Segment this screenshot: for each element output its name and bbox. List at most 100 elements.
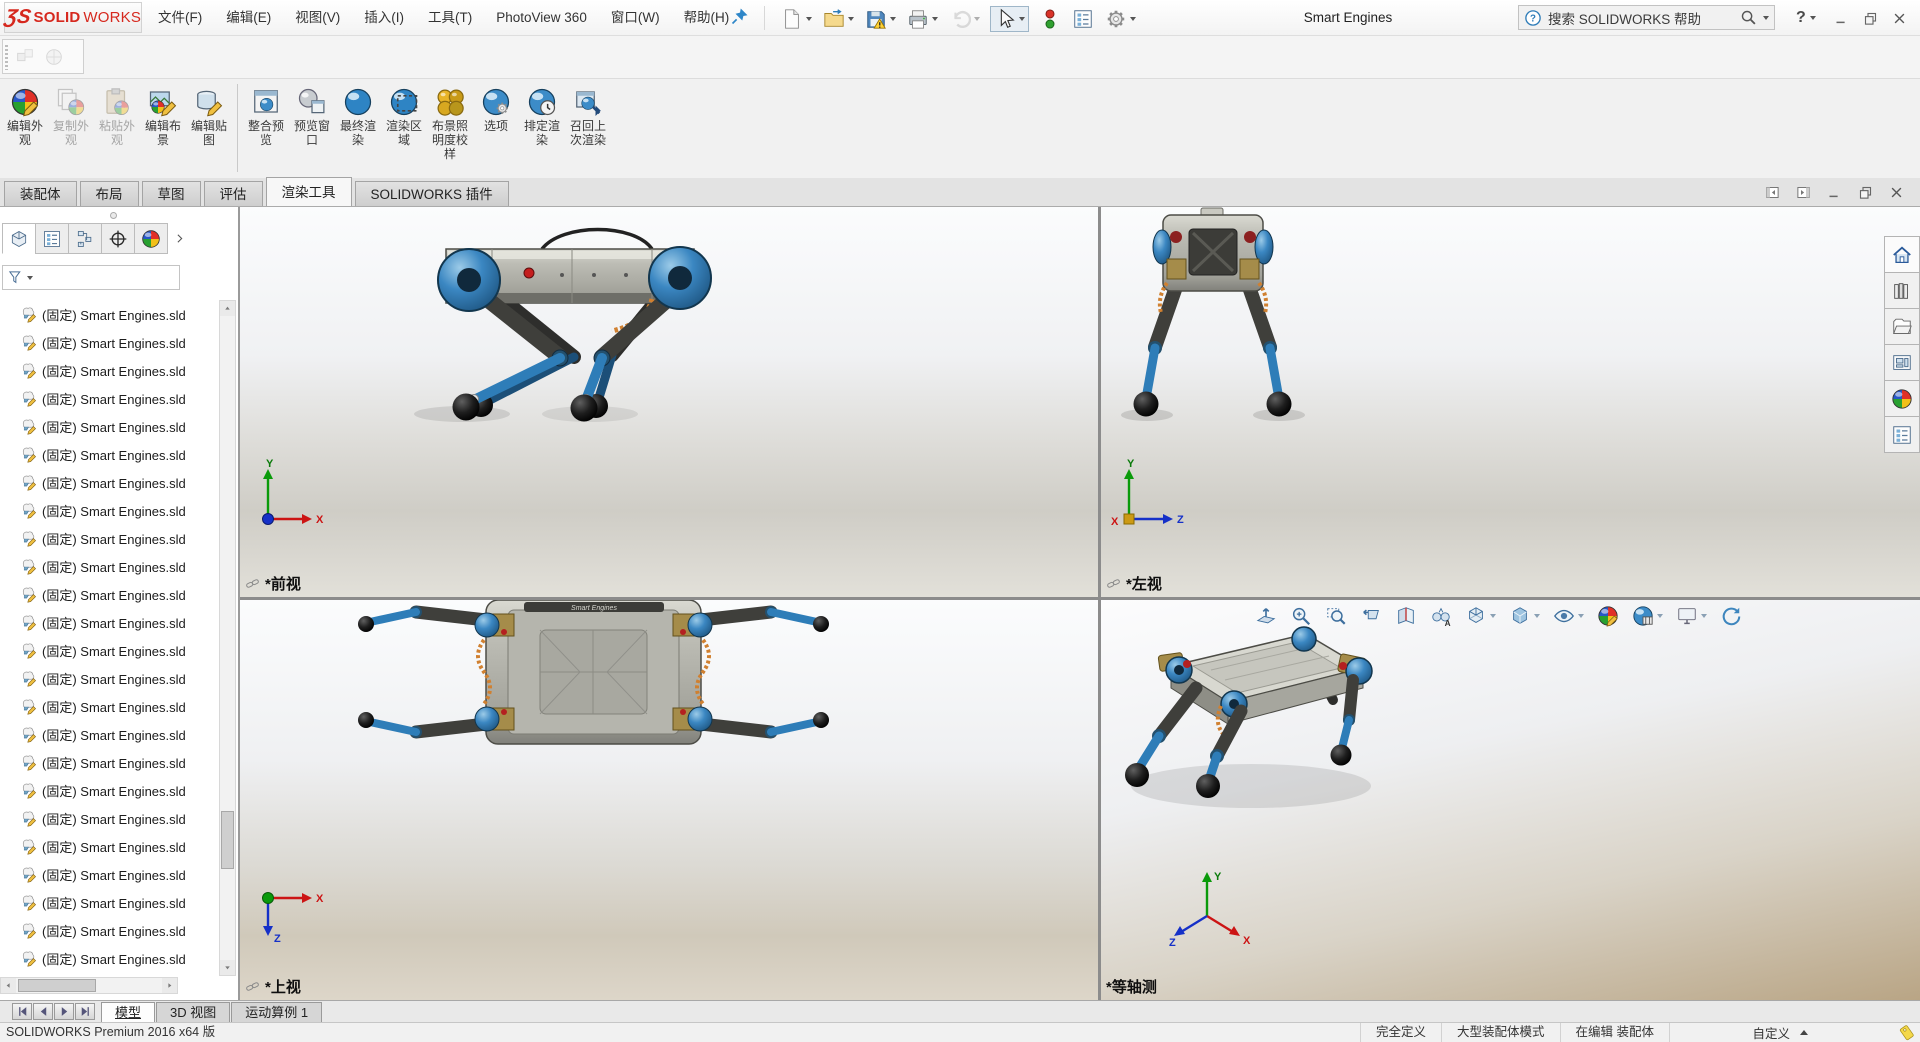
doc-restore-icon[interactable]	[1858, 185, 1873, 200]
print-document-caret[interactable]	[932, 17, 938, 21]
zoom-to-selection-button[interactable]	[1323, 603, 1349, 629]
prev-sheet-button[interactable]	[33, 1003, 53, 1020]
apply-scene-caret[interactable]	[1657, 614, 1663, 618]
view-settings-button[interactable]	[1674, 603, 1709, 629]
viewport-front[interactable]: Y X *前视	[240, 207, 1098, 597]
pane-right-icon[interactable]	[1796, 185, 1811, 200]
sheet-tab-2[interactable]: 运动算例 1	[231, 1002, 322, 1022]
design-library-tab[interactable]	[1884, 272, 1920, 309]
vertical-scroll-thumb[interactable]	[221, 811, 234, 869]
search-box[interactable]: ? 搜索 SOLIDWORKS 帮助	[1518, 5, 1775, 30]
restore-icon[interactable]	[1863, 11, 1878, 26]
file-explorer-tab[interactable]	[1884, 308, 1920, 345]
ribbon-tab-4[interactable]: 渲染工具	[266, 177, 352, 206]
scroll-down-icon[interactable]	[220, 960, 235, 975]
tree-item[interactable]: (固定) Smart Engines.sld	[0, 916, 218, 944]
sheet-tab-0[interactable]: 模型	[101, 1002, 155, 1022]
integrated-preview-button[interactable]: 整合预览	[243, 84, 289, 148]
print-document-button[interactable]	[906, 7, 939, 31]
options-button[interactable]	[1104, 7, 1137, 31]
next-sheet-button[interactable]	[54, 1003, 74, 1020]
tree-filter-field[interactable]	[2, 265, 180, 290]
filter-funnel-icon[interactable]	[7, 269, 24, 286]
search-input[interactable]: 搜索 SOLIDWORKS 帮助	[1548, 8, 1734, 28]
edit-appearance-viewport-button[interactable]	[1595, 603, 1621, 629]
menu-item-4[interactable]: 工具(T)	[416, 0, 484, 35]
final-render-button[interactable]: 最终渲染	[335, 84, 381, 148]
view-orientation-button[interactable]	[1463, 603, 1498, 629]
preview-window-button[interactable]: 预览窗口	[289, 84, 335, 148]
last-sheet-button[interactable]	[75, 1003, 95, 1020]
custom-caret-up-icon[interactable]	[1800, 1030, 1808, 1035]
schedule-render-button[interactable]: 排定渲染	[519, 84, 565, 148]
ribbon-tab-5[interactable]: SOLIDWORKS 插件	[355, 181, 509, 206]
ribbon-tab-3[interactable]: 评估	[204, 181, 263, 206]
document-evaluate-button[interactable]	[1071, 7, 1095, 31]
search-dropdown-caret[interactable]	[1763, 16, 1769, 20]
render-region-button[interactable]: 渲染区域	[381, 84, 427, 148]
tree-item[interactable]: (固定) Smart Engines.sld	[0, 412, 218, 440]
doc-minimize-icon[interactable]	[1827, 185, 1842, 200]
undo-caret[interactable]	[974, 17, 980, 21]
property-manager-tab[interactable]	[35, 223, 69, 254]
view-orientation-caret[interactable]	[1490, 614, 1496, 618]
tree-item[interactable]: (固定) Smart Engines.sld	[0, 804, 218, 832]
configuration-manager-tab[interactable]	[68, 223, 102, 254]
tree-item[interactable]: (固定) Smart Engines.sld	[0, 384, 218, 412]
open-document-caret[interactable]	[848, 17, 854, 21]
tree-item[interactable]: (固定) Smart Engines.sld	[0, 524, 218, 552]
search-icon[interactable]	[1740, 9, 1757, 26]
zoom-to-area-button[interactable]	[1288, 603, 1314, 629]
tree-item[interactable]: (固定) Smart Engines.sld	[0, 944, 218, 972]
horizontal-scroll-thumb[interactable]	[18, 979, 96, 992]
save-document-caret[interactable]	[890, 17, 896, 21]
save-document-button[interactable]	[864, 7, 897, 31]
menu-item-0[interactable]: 文件(F)	[146, 0, 214, 35]
tree-vertical-scrollbar[interactable]	[219, 300, 236, 976]
tree-item[interactable]: (固定) Smart Engines.sld	[0, 356, 218, 384]
display-style-caret[interactable]	[1534, 614, 1540, 618]
pin-menu-icon[interactable]	[731, 7, 749, 25]
display-manager-tab[interactable]	[134, 223, 168, 254]
select-tool-caret[interactable]	[1019, 17, 1025, 21]
tree-item[interactable]: (固定) Smart Engines.sld	[0, 552, 218, 580]
viewport-left[interactable]: Y Z X *左视	[1101, 207, 1920, 597]
sheet-tab-1[interactable]: 3D 视图	[156, 1002, 230, 1022]
view-palette-tab[interactable]	[1884, 344, 1920, 381]
new-document-button[interactable]	[780, 7, 813, 31]
open-document-button[interactable]	[822, 7, 855, 31]
menu-item-3[interactable]: 插入(I)	[352, 0, 416, 35]
help-caret[interactable]	[1810, 16, 1816, 20]
zoom-to-fit-button[interactable]	[1253, 603, 1279, 629]
edit-scene-button[interactable]: 编辑布景	[140, 84, 186, 148]
tree-item[interactable]: (固定) Smart Engines.sld	[0, 720, 218, 748]
close-icon[interactable]	[1892, 11, 1907, 26]
hide-show-items-button[interactable]	[1551, 603, 1586, 629]
select-tool-button[interactable]	[990, 6, 1029, 32]
hide-show-items-caret[interactable]	[1578, 614, 1584, 618]
apply-scene-button[interactable]	[1630, 603, 1665, 629]
view-settings-caret[interactable]	[1701, 614, 1707, 618]
new-document-caret[interactable]	[806, 17, 812, 21]
menu-item-1[interactable]: 编辑(E)	[214, 0, 283, 35]
dimxpert-manager-tab[interactable]	[101, 223, 135, 254]
viewport-isometric[interactable]: A	[1101, 600, 1920, 1000]
menu-item-5[interactable]: PhotoView 360	[484, 0, 599, 35]
display-style-button[interactable]	[1507, 603, 1542, 629]
recall-last-render-button[interactable]: 召回上次渲染	[565, 84, 611, 148]
edit-appearance-button[interactable]: 编辑外观	[2, 84, 48, 148]
scroll-right-icon[interactable]	[162, 978, 177, 993]
tree-item[interactable]: (固定) Smart Engines.sld	[0, 300, 218, 328]
tree-horizontal-scrollbar[interactable]	[0, 977, 178, 994]
tree-item[interactable]: (固定) Smart Engines.sld	[0, 580, 218, 608]
section-view-button[interactable]	[1393, 603, 1419, 629]
tree-item[interactable]: (固定) Smart Engines.sld	[0, 832, 218, 860]
annotation-views-button[interactable]: A	[1428, 603, 1454, 629]
tree-item[interactable]: (固定) Smart Engines.sld	[0, 636, 218, 664]
ribbon-tab-1[interactable]: 布局	[80, 181, 139, 206]
tree-item[interactable]: (固定) Smart Engines.sld	[0, 748, 218, 776]
toolbar-grip[interactable]	[5, 45, 8, 70]
options-caret[interactable]	[1130, 17, 1136, 21]
filter-caret[interactable]	[27, 276, 33, 280]
selection-lights-button[interactable]	[1038, 7, 1062, 31]
